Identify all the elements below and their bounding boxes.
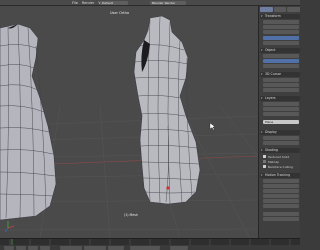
playback-buttons[interactable] [130, 246, 160, 250]
screen-layout-field[interactable]: Default [100, 1, 128, 5]
tracking-option-3[interactable] [263, 189, 299, 193]
layer-row-1[interactable] [263, 102, 299, 106]
cursor-y-field[interactable] [263, 83, 299, 87]
mouse-pointer-icon [209, 122, 216, 131]
timeline-marker-button[interactable] [16, 246, 26, 250]
tracking-option-4[interactable] [263, 194, 299, 198]
layer-row-2[interactable] [263, 107, 299, 111]
display-option-1[interactable] [263, 136, 299, 140]
object-name-field[interactable] [263, 54, 299, 58]
frame-start-field[interactable] [60, 246, 82, 250]
mesh-torso-left[interactable] [0, 23, 57, 221]
object-parent-field[interactable] [263, 64, 299, 68]
cursor-x-field[interactable] [263, 78, 299, 82]
tracking-option-2[interactable] [263, 184, 299, 188]
tracking-option-1[interactable] [263, 179, 299, 183]
tab-view[interactable] [260, 7, 273, 12]
view-label: User Ortho [110, 11, 130, 15]
layer-name-field[interactable]: Plane [263, 120, 299, 124]
display-option-2[interactable] [263, 141, 299, 145]
viewport-canvas[interactable] [0, 6, 258, 238]
checkbox-backface-culling[interactable] [263, 165, 266, 168]
tracking-option-5[interactable] [263, 199, 299, 203]
location-y-field[interactable] [263, 25, 299, 29]
keying-set-field[interactable] [170, 246, 188, 250]
label-textured-solid: Textured Solid [268, 154, 290, 159]
cursor-z-field[interactable] [263, 88, 299, 92]
current-frame-field[interactable] [108, 246, 124, 250]
properties-panel: Transform Object 3D Cursor Layers Plane … [258, 6, 301, 238]
location-z-field[interactable] [263, 30, 299, 34]
scale-field[interactable] [263, 41, 299, 45]
rotation-field[interactable] [263, 36, 299, 40]
3d-viewport[interactable]: User Ortho (1) Mesh [0, 6, 258, 238]
tab-tools[interactable] [273, 7, 287, 12]
panel-3d-cursor[interactable]: 3D Cursor [260, 72, 300, 77]
object-data-field[interactable] [263, 59, 299, 63]
panel-transform[interactable]: Transform [260, 14, 300, 19]
tracking-option-6[interactable] [263, 204, 299, 208]
label-backface-culling: Backface Culling [268, 164, 293, 169]
panel-layers[interactable]: Layers [260, 96, 300, 101]
3d-cursor-icon[interactable] [166, 186, 170, 190]
label-matcap: Matcap [268, 159, 279, 164]
tracking-option-7[interactable] [263, 212, 299, 216]
tracking-option-8[interactable] [263, 217, 299, 221]
timeline-view-button[interactable] [4, 246, 14, 250]
timeline-playback-button[interactable] [40, 246, 50, 250]
checkbox-matcap[interactable] [263, 160, 266, 163]
timeline[interactable] [0, 238, 300, 250]
checkbox-textured-solid[interactable] [263, 155, 266, 158]
panel-motion-tracking[interactable]: Motion Tracking [260, 173, 300, 178]
panel-display[interactable]: Display [260, 130, 300, 135]
frame-end-field[interactable] [84, 246, 106, 250]
object-label: (1) Mesh [124, 213, 138, 217]
render-engine-field[interactable]: Blender Render [150, 1, 186, 5]
axis-gizmo-icon [4, 221, 15, 233]
mesh-torso-right[interactable] [133, 15, 201, 205]
timeline-frame-button[interactable] [28, 246, 38, 250]
location-x-field[interactable] [263, 20, 299, 24]
panel-shading[interactable]: Shading [260, 148, 300, 153]
panel-object[interactable]: Object [260, 48, 300, 53]
layer-row-3[interactable] [263, 112, 299, 116]
tab-options[interactable] [287, 7, 301, 12]
panel-tabs [260, 7, 301, 13]
